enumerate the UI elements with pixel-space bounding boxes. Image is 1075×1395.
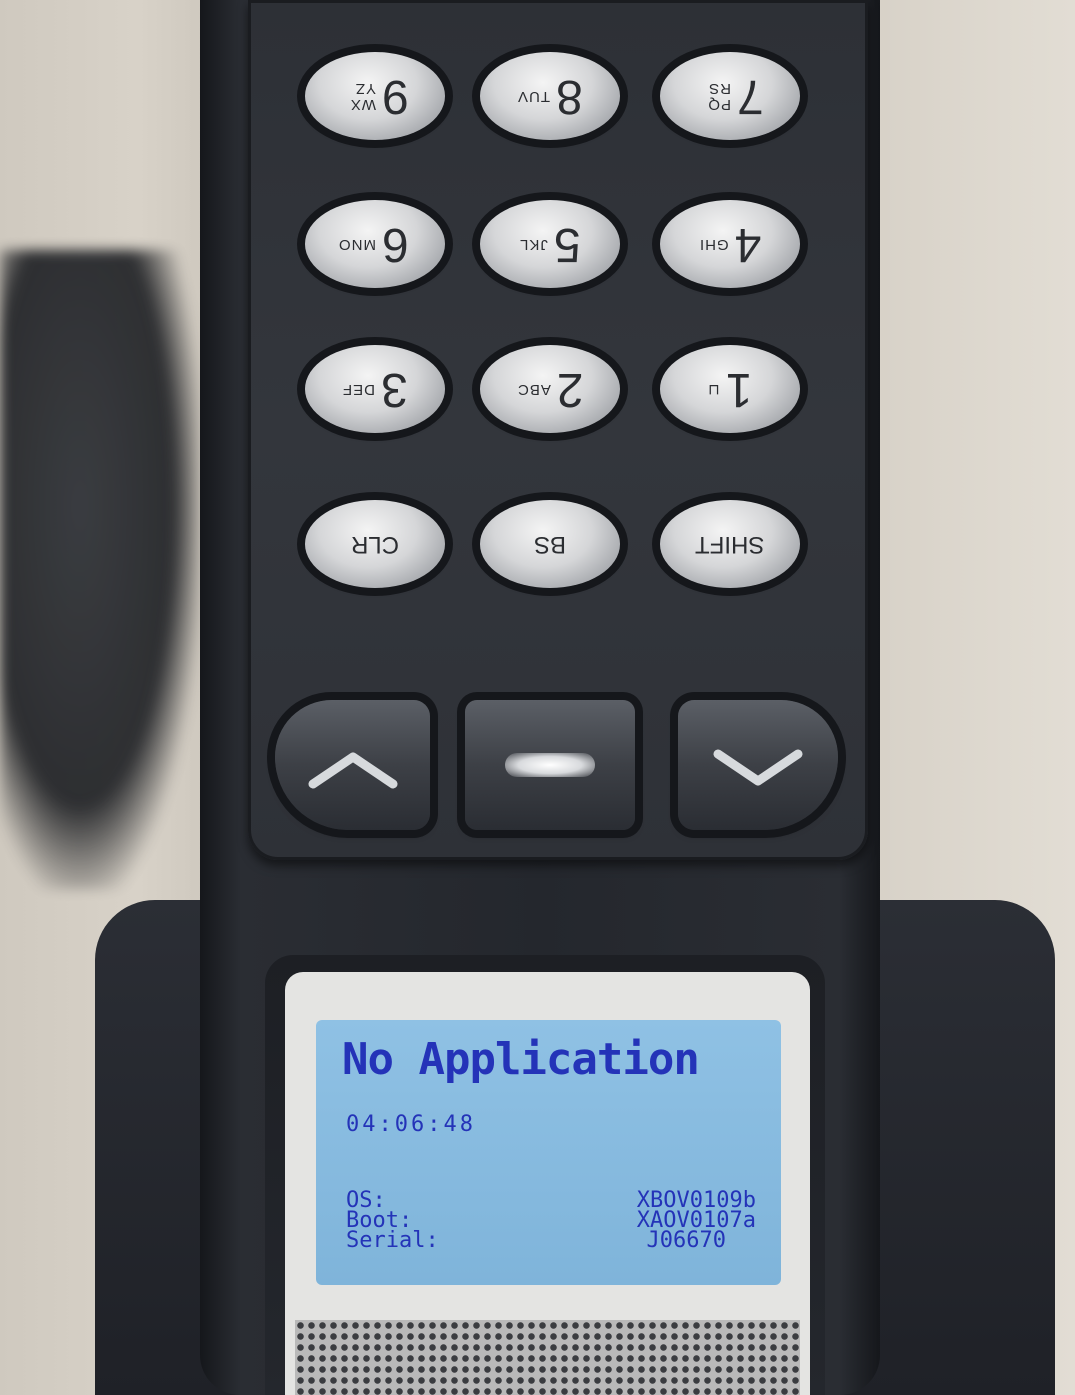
key-digit-label: 9 — [381, 70, 409, 123]
key-word-label: SHIFT — [695, 531, 765, 558]
key-letters-label: PQ RS — [706, 80, 731, 114]
lcd-serial-label: Serial: — [346, 1228, 439, 1253]
key-1[interactable]: 1 ⊔ — [660, 345, 800, 433]
lcd-row-serial: Serial: J06670 — [346, 1230, 756, 1252]
key-legend: BS — [534, 530, 566, 558]
key-digit-label: 6 — [381, 218, 409, 271]
speaker-grille — [295, 1320, 800, 1395]
nav-down-button[interactable] — [678, 700, 838, 830]
nav-up-button[interactable] — [275, 700, 430, 830]
key-letters-label: ⊔ — [707, 381, 720, 399]
key-legend: 1 ⊔ — [707, 363, 753, 416]
key-letters-label: GHI — [698, 236, 729, 254]
key-9[interactable]: 9 WX YZ — [305, 52, 445, 140]
key-digit-label: 2 — [556, 363, 584, 416]
cable — [0, 250, 200, 890]
key-bs[interactable]: BS — [480, 500, 620, 588]
key-legend: CLR — [351, 530, 399, 558]
key-digit-label: 7 — [736, 70, 764, 123]
key-letters-label: JKL — [519, 236, 549, 254]
nav-select-button[interactable] — [465, 700, 635, 830]
key-legend: 2 ABC — [516, 363, 584, 416]
key-letters-label: ABC — [516, 381, 551, 399]
key-letters-label: TUV — [517, 88, 551, 106]
key-letters-label: DEF — [342, 381, 376, 399]
key-legend: 3 DEF — [342, 363, 408, 416]
key-digit-label: 4 — [734, 218, 762, 271]
lcd-title: No Application — [342, 1034, 700, 1085]
key-6[interactable]: 6 MNO — [305, 200, 445, 288]
key-word-label: BS — [533, 531, 566, 558]
lcd-screen: No Application 04:06:48 OS: XBOV0109b Bo… — [316, 1020, 781, 1285]
key-digit-label: 3 — [381, 363, 408, 416]
key-digit-label: 1 — [726, 363, 753, 416]
key-word-label: CLR — [350, 531, 399, 558]
key-digit-label: 8 — [556, 70, 583, 123]
select-button-highlight — [505, 753, 595, 777]
key-legend: 8 TUV — [517, 70, 583, 123]
key-digit-label: 5 — [554, 218, 581, 271]
lcd-time: 04:06:48 — [346, 1112, 476, 1137]
key-3[interactable]: 3 DEF — [305, 345, 445, 433]
key-legend: 4 GHI — [698, 218, 762, 271]
key-letters-label: WX YZ — [349, 80, 376, 114]
key-5[interactable]: 5 JKL — [480, 200, 620, 288]
lcd-serial-value: J06670 — [646, 1228, 726, 1253]
key-legend: 7 PQ RS — [697, 70, 764, 123]
key-4[interactable]: 4 GHI — [660, 200, 800, 288]
key-8[interactable]: 8 TUV — [480, 52, 620, 140]
key-legend: 5 JKL — [519, 218, 581, 271]
key-2[interactable]: 2 ABC — [480, 345, 620, 433]
key-letters-label: MNO — [337, 236, 376, 254]
key-legend: 6 MNO — [337, 218, 409, 271]
key-7[interactable]: 7 PQ RS — [660, 52, 800, 140]
key-shift[interactable]: SHIFT — [660, 500, 800, 588]
key-legend: 9 WX YZ — [342, 70, 409, 123]
key-legend: SHIFT — [695, 530, 764, 558]
chevron-down-icon — [713, 730, 803, 800]
chevron-up-icon — [308, 730, 398, 800]
key-clr[interactable]: CLR — [305, 500, 445, 588]
